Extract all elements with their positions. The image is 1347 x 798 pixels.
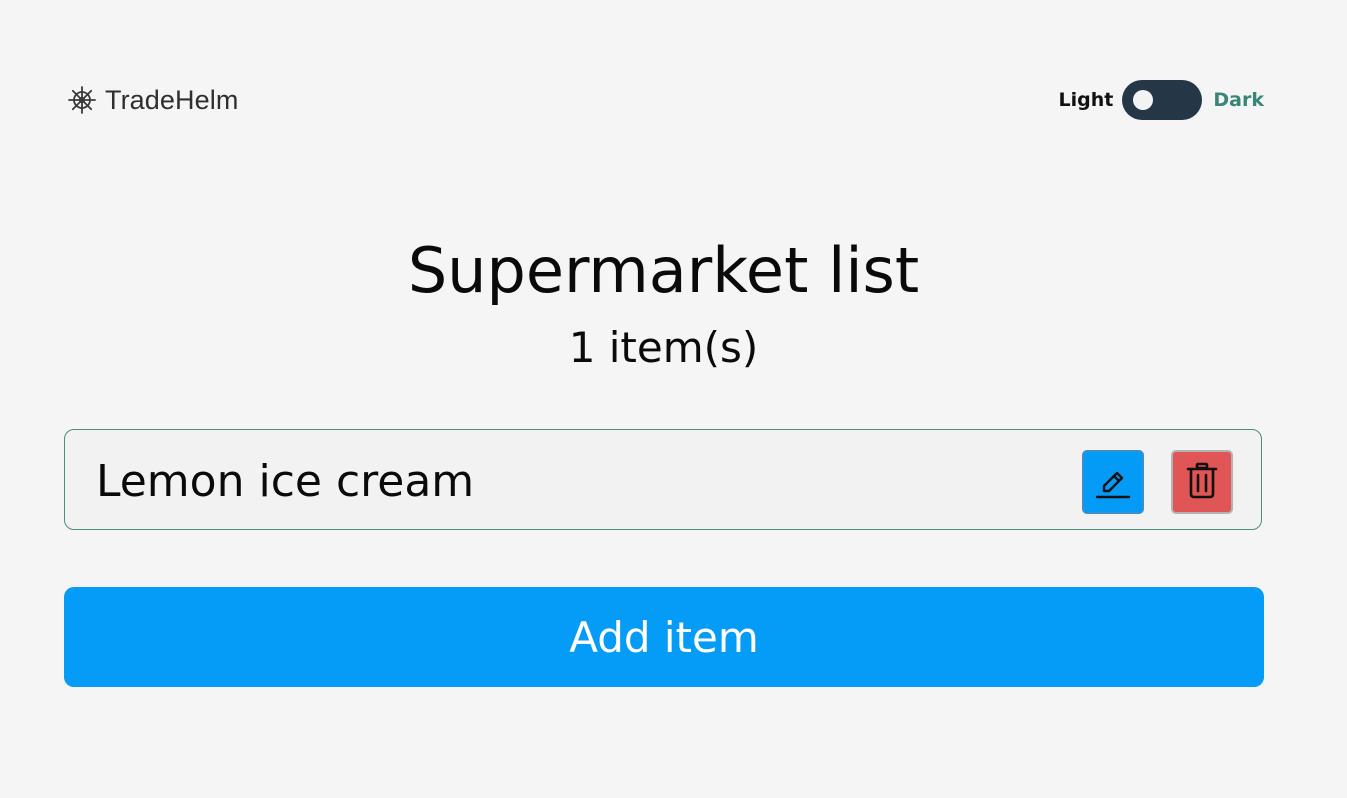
list-item-name: Lemon ice cream xyxy=(96,456,475,507)
toggle-knob xyxy=(1133,90,1154,110)
ship-wheel-icon xyxy=(67,85,97,115)
app-header: TradeHelm Light Dark xyxy=(64,78,1264,122)
page-title: Supermarket list xyxy=(407,234,920,307)
brand-name: TradeHelm xyxy=(105,84,239,115)
theme-light-label[interactable]: Light xyxy=(1059,89,1114,111)
edit-item-button[interactable] xyxy=(1082,450,1144,514)
item-count: 1 item(s) xyxy=(568,323,759,372)
trash-icon xyxy=(1182,460,1222,504)
delete-item-button[interactable] xyxy=(1171,450,1233,514)
add-item-button[interactable]: Add item xyxy=(64,587,1264,687)
list-item: Lemon ice cream xyxy=(64,429,1262,530)
theme-dark-label[interactable]: Dark xyxy=(1213,89,1264,111)
brand-logo[interactable]: TradeHelm xyxy=(67,83,238,117)
pencil-icon xyxy=(1093,460,1133,504)
theme-toggle-switch[interactable] xyxy=(1122,80,1203,120)
theme-toggle: Light Dark xyxy=(1059,80,1264,120)
